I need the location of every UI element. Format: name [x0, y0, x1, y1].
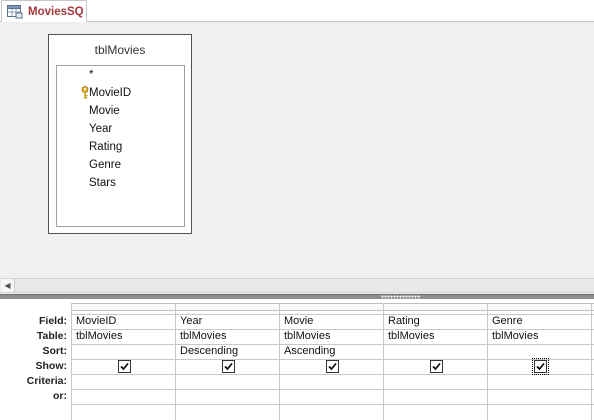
show-checkbox-1[interactable] — [118, 360, 131, 373]
query-tab-label: MoviesSQ — [28, 5, 84, 18]
show-checkbox-5[interactable] — [532, 358, 549, 375]
query-design-pane[interactable]: tblMovies * MovieID Movie Year Rating Ge… — [0, 22, 594, 278]
grid-table-cell-3[interactable]: tblMovies — [280, 329, 383, 344]
grid-field-cell-3[interactable]: Movie — [280, 314, 383, 329]
field-item-all[interactable]: * — [89, 66, 93, 84]
show-checkbox-2[interactable] — [222, 360, 235, 373]
field-item-year[interactable]: Year — [89, 120, 112, 138]
grid-table-cell-2[interactable]: tblMovies — [176, 329, 279, 344]
field-list-window[interactable]: tblMovies * MovieID Movie Year Rating Ge… — [48, 34, 192, 234]
grid-sort-cell-5[interactable] — [488, 344, 591, 359]
field-list[interactable]: * MovieID Movie Year Rating Genre Stars — [56, 65, 185, 227]
grid-sort-cell-3[interactable]: Ascending — [280, 344, 383, 359]
grid-field-cell-5[interactable]: Genre — [488, 314, 591, 329]
grid-sort-cell-2[interactable]: Descending — [176, 344, 279, 359]
primary-key-icon — [81, 86, 89, 99]
grid-table-cell-4[interactable]: tblMovies — [384, 329, 487, 344]
grid-table-cell-5[interactable]: tblMovies — [488, 329, 591, 344]
horizontal-scrollbar[interactable]: ◀ — [0, 278, 594, 293]
grid-table-cell-1[interactable]: tblMovies — [72, 329, 175, 344]
show-checkbox-4[interactable] — [430, 360, 443, 373]
grid-sort-cell-1[interactable] — [72, 344, 175, 359]
field-item-genre[interactable]: Genre — [89, 156, 121, 174]
grid-field-cell-4[interactable]: Rating — [384, 314, 487, 329]
grid-sort-cell-4[interactable] — [384, 344, 487, 359]
field-item-movieid[interactable]: MovieID — [89, 84, 131, 102]
document-tab-bar: MoviesSQ — [0, 0, 594, 22]
grid-field-cell-1[interactable]: MovieID — [72, 314, 175, 329]
field-item-stars[interactable]: Stars — [89, 174, 116, 192]
grid-field-cell-2[interactable]: Year — [176, 314, 279, 329]
arrow-left-icon[interactable]: ◀ — [1, 279, 15, 292]
show-checkbox-3[interactable] — [326, 360, 339, 373]
query-icon — [7, 4, 23, 18]
query-design-grid[interactable]: Field: Table: Sort: Show: Criteria: or: … — [0, 299, 594, 420]
field-item-rating[interactable]: Rating — [89, 138, 122, 156]
query-tab[interactable]: MoviesSQ — [1, 0, 87, 22]
field-item-movie[interactable]: Movie — [89, 102, 120, 120]
field-list-title[interactable]: tblMovies — [49, 35, 191, 63]
